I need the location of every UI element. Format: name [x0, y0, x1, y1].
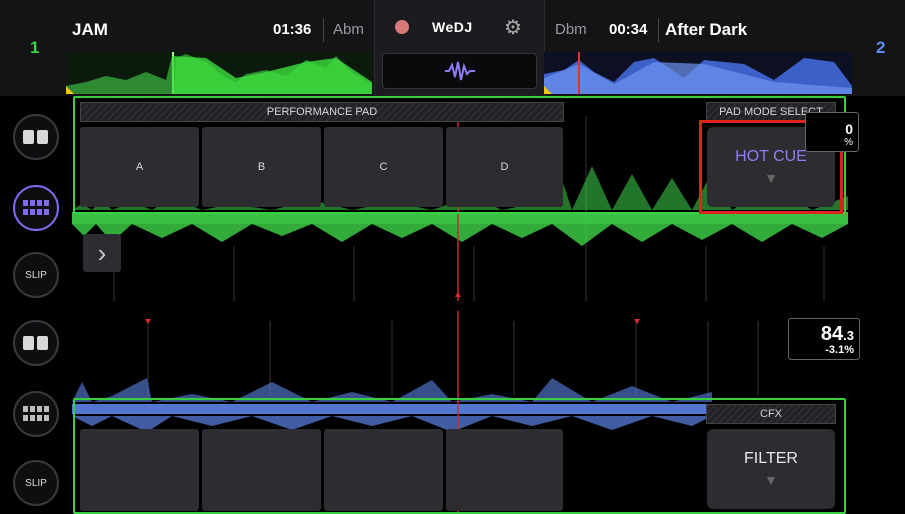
waveform-icon	[445, 61, 475, 81]
pad-view-button-deck2[interactable]	[13, 320, 59, 366]
deck1-bpm-display: 0 %	[805, 112, 859, 152]
deck2-time: 00:34	[609, 21, 648, 38]
deck1-pitch-value: %	[844, 137, 853, 148]
deck1-time: 01:36	[273, 21, 312, 38]
pad-b[interactable]: B	[202, 127, 321, 207]
grid-icon	[23, 200, 49, 215]
pad-grid-button-deck1[interactable]	[13, 185, 59, 231]
deck2-number: 2	[876, 38, 886, 57]
two-square-icon	[23, 336, 48, 350]
expand-chevron-button[interactable]: ›	[83, 234, 121, 272]
deck2-bpm-display: 84.3 -3.1%	[788, 318, 860, 360]
waveform-button[interactable]	[382, 53, 537, 89]
divider	[658, 18, 659, 42]
pad-d[interactable]: D	[446, 127, 563, 207]
deck1-number: 1	[30, 38, 40, 57]
slip-button-deck1[interactable]: SLIP	[13, 252, 59, 298]
pad-view-button-deck1[interactable]	[13, 114, 59, 160]
performance-pad-label: PERFORMANCE PAD	[80, 102, 564, 122]
filter-mode-button[interactable]: FILTER ▼	[707, 429, 835, 509]
deck2-key: Dbm	[555, 21, 587, 38]
two-square-icon	[23, 130, 48, 144]
pad-grid-button-deck2[interactable]	[13, 391, 59, 437]
deck2-title: After Dark	[665, 20, 748, 39]
deck2-bpm-decimal: .3	[843, 328, 854, 343]
deck1-overview-waveform[interactable]	[66, 52, 372, 94]
pad-1[interactable]	[80, 429, 199, 511]
cfx-label: CFX	[706, 404, 836, 424]
wedj-logo: WeDJ	[432, 19, 473, 35]
deck1-bpm-value: 0	[845, 121, 853, 137]
deck1-title: JAM	[72, 20, 108, 39]
record-icon[interactable]	[395, 20, 409, 34]
divider	[323, 18, 324, 42]
pad-3[interactable]	[324, 429, 443, 511]
pad-4[interactable]	[446, 429, 563, 511]
slip-button-deck2[interactable]: SLIP	[13, 460, 59, 506]
deck1-key: Abm	[333, 21, 364, 38]
grid-icon	[23, 406, 49, 421]
pad-2[interactable]	[202, 429, 321, 511]
deck2-bpm-main: 84	[820, 323, 844, 345]
chevron-right-icon: ›	[97, 237, 107, 268]
gear-icon[interactable]: ⚙	[504, 15, 522, 40]
mode-label: FILTER	[744, 450, 798, 467]
pad-a[interactable]: A	[80, 127, 199, 207]
pad-c[interactable]: C	[324, 127, 443, 207]
deck2-overview-waveform[interactable]	[544, 52, 852, 94]
triangle-down-icon: ▼	[764, 472, 778, 488]
